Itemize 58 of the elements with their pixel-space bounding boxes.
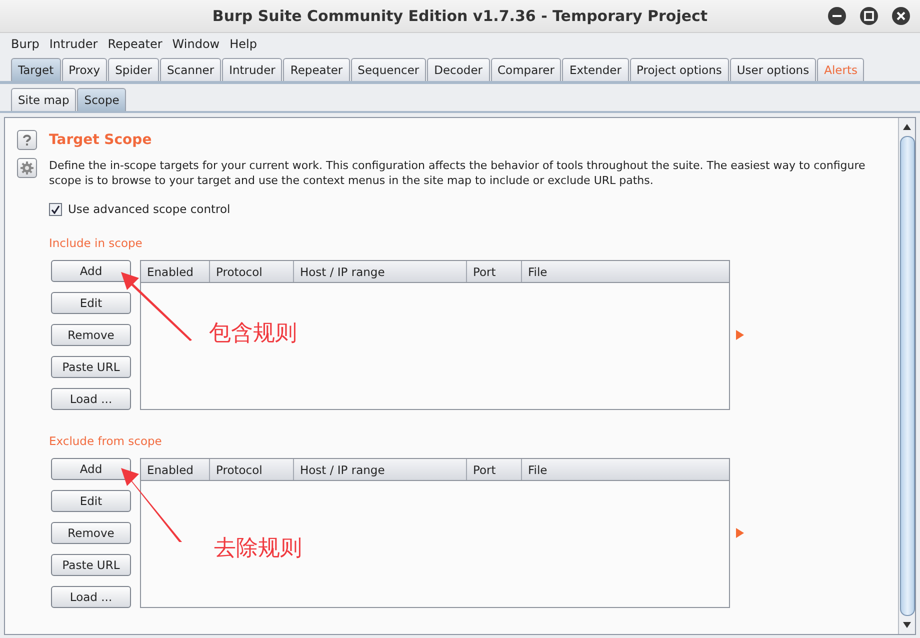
tab[interactable]: Decoder bbox=[427, 58, 490, 81]
menu-item[interactable]: Burp bbox=[6, 37, 44, 51]
section-title: Include in scope bbox=[49, 236, 142, 250]
column-header[interactable]: Port bbox=[467, 261, 522, 282]
menu-item[interactable]: Intruder bbox=[44, 37, 103, 51]
action-button[interactable]: Add bbox=[51, 260, 131, 282]
column-header[interactable]: Host / IP range bbox=[294, 261, 467, 282]
action-button[interactable]: Edit bbox=[51, 292, 131, 314]
column-header[interactable]: Protocol bbox=[210, 459, 294, 480]
settings-icon[interactable] bbox=[17, 158, 37, 178]
action-button[interactable]: Remove bbox=[51, 324, 131, 346]
action-button[interactable]: Load ... bbox=[51, 586, 131, 608]
right-arrow-icon[interactable] bbox=[736, 528, 744, 538]
scroll-up-icon[interactable] bbox=[902, 122, 912, 132]
action-button[interactable]: Add bbox=[51, 458, 131, 480]
checkbox[interactable] bbox=[49, 202, 62, 216]
column-header[interactable]: Port bbox=[467, 459, 522, 480]
tab[interactable]: Project options bbox=[630, 58, 729, 81]
tab[interactable]: Scope bbox=[77, 88, 126, 111]
tab[interactable]: Site map bbox=[11, 88, 76, 111]
tab[interactable]: Extender bbox=[562, 58, 628, 81]
column-header[interactable]: File bbox=[522, 459, 729, 480]
menu-item[interactable]: Window bbox=[167, 37, 225, 51]
tab[interactable]: Comparer bbox=[490, 58, 562, 81]
help-icon[interactable] bbox=[17, 130, 37, 150]
section-title: Exclude from scope bbox=[49, 434, 162, 448]
panel-title: Target Scope bbox=[49, 132, 153, 148]
action-button[interactable]: Paste URL bbox=[51, 356, 131, 378]
close-icon[interactable] bbox=[892, 7, 910, 25]
tab[interactable]: User options bbox=[730, 58, 816, 81]
column-header[interactable]: Protocol bbox=[210, 261, 294, 282]
window-title: Burp Suite Community Edition v1.7.36 - Temporary Project bbox=[212, 7, 708, 25]
tab[interactable]: Repeater bbox=[283, 58, 350, 81]
minimize-icon[interactable] bbox=[828, 7, 846, 25]
tab[interactable]: Sequencer bbox=[350, 58, 426, 81]
tab[interactable]: Proxy bbox=[62, 58, 108, 81]
menu-item[interactable]: Help bbox=[224, 37, 262, 51]
right-arrow-icon[interactable] bbox=[736, 330, 744, 340]
action-button[interactable]: Paste URL bbox=[51, 554, 131, 576]
action-button[interactable]: Remove bbox=[51, 522, 131, 544]
annotation-text: 包含规则 bbox=[209, 320, 297, 348]
column-header[interactable]: Enabled bbox=[141, 261, 210, 282]
column-header[interactable]: Host / IP range bbox=[294, 459, 467, 480]
tab[interactable]: Target bbox=[11, 58, 61, 81]
scrollbar[interactable] bbox=[898, 118, 915, 634]
tab[interactable]: Scanner bbox=[160, 58, 222, 81]
description: Define the in-scope targets for your current work. This configuration affects the behavior of tools throughout the suite. The easiest way to configure scope is to browse to your target and use the context menus in the site map to include or exclude URL paths. bbox=[49, 158, 866, 188]
column-header[interactable]: File bbox=[522, 261, 729, 282]
tab[interactable]: Spider bbox=[108, 58, 159, 81]
action-button[interactable]: Load ... bbox=[51, 388, 131, 410]
checkbox-label[interactable]: Use advanced scope control bbox=[68, 202, 230, 216]
annotation-text: 去除规则 bbox=[214, 535, 302, 563]
action-button[interactable]: Edit bbox=[51, 490, 131, 512]
column-header[interactable]: Enabled bbox=[141, 459, 210, 480]
menu-item[interactable]: Repeater bbox=[102, 37, 168, 51]
tab[interactable]: Intruder bbox=[222, 58, 282, 81]
maximize-icon[interactable] bbox=[860, 7, 878, 25]
scroll-down-icon[interactable] bbox=[902, 620, 912, 630]
